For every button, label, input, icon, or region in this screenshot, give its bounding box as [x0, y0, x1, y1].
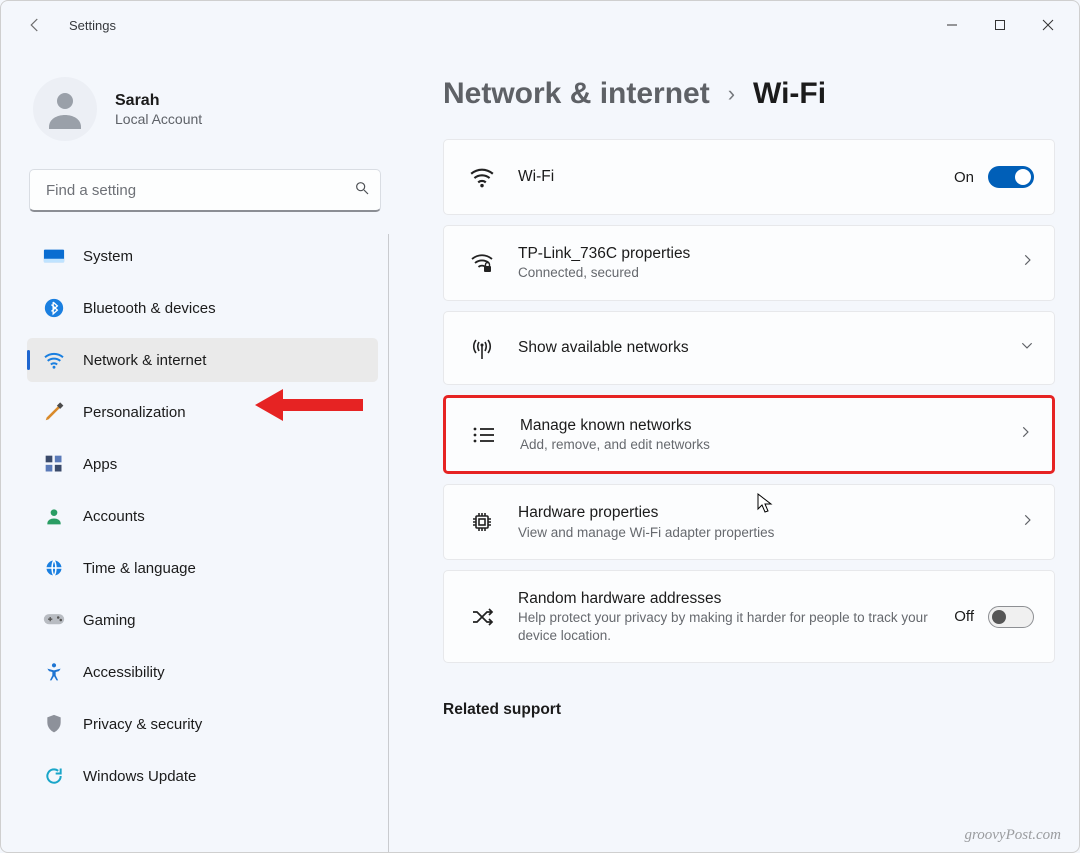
close-button[interactable] — [1025, 9, 1071, 41]
card-subtitle: Add, remove, and edit networks — [520, 436, 996, 454]
person-icon — [41, 85, 89, 133]
card-title: Random hardware addresses — [518, 589, 932, 609]
maximize-button[interactable] — [977, 9, 1023, 41]
random-hw-toggle[interactable] — [988, 606, 1034, 628]
window-controls — [929, 9, 1071, 41]
wifi-state-label: On — [954, 169, 974, 186]
related-support-heading: Related support — [443, 701, 1055, 719]
sidebar-item-system[interactable]: System — [27, 234, 378, 278]
update-icon — [43, 765, 65, 787]
card-title: Hardware properties — [518, 503, 998, 523]
wifi-icon — [43, 349, 65, 371]
wifi-secured-icon — [468, 252, 496, 274]
chevron-right-icon: › — [728, 81, 735, 107]
sidebar-item-personalization[interactable]: Personalization — [27, 390, 378, 434]
wifi-toggle[interactable] — [988, 166, 1034, 188]
accounts-icon — [43, 505, 65, 527]
sidebar-item-label: Gaming — [83, 612, 136, 629]
sidebar-item-accounts[interactable]: Accounts — [27, 494, 378, 538]
sidebar-item-apps[interactable]: Apps — [27, 442, 378, 486]
sidebar-item-label: Accounts — [83, 508, 145, 525]
minimize-button[interactable] — [929, 9, 975, 41]
sidebar-item-privacy[interactable]: Privacy & security — [27, 702, 378, 746]
network-properties-card[interactable]: TP-Link_736C properties Connected, secur… — [443, 225, 1055, 301]
maximize-icon — [994, 19, 1006, 31]
shuffle-icon — [468, 606, 496, 628]
manage-known-networks-card[interactable]: Manage known networks Add, remove, and e… — [443, 395, 1055, 475]
privacy-icon — [43, 713, 65, 735]
chevron-down-icon — [1020, 338, 1034, 357]
account-header[interactable]: Sarah Local Account — [27, 77, 389, 141]
personalization-icon — [43, 401, 65, 423]
chevron-right-icon — [1020, 253, 1034, 272]
sidebar-item-network[interactable]: Network & internet — [27, 338, 378, 382]
sidebar-item-label: Apps — [83, 456, 117, 473]
sidebar-item-label: System — [83, 248, 133, 265]
search-icon — [354, 180, 370, 201]
title-bar: Settings — [1, 1, 1079, 49]
gaming-icon — [43, 609, 65, 631]
app-title: Settings — [69, 18, 116, 33]
sidebar-item-gaming[interactable]: Gaming — [27, 598, 378, 642]
card-title: TP-Link_736C properties — [518, 244, 998, 264]
breadcrumb: Network & internet › Wi-Fi — [443, 77, 1055, 111]
chevron-right-icon — [1020, 513, 1034, 532]
search-box[interactable] — [29, 169, 381, 212]
nav-list: System Bluetooth & devices Network & int… — [27, 234, 389, 852]
random-hw-state-label: Off — [954, 608, 974, 625]
watermark: groovyPost.com — [964, 827, 1061, 844]
accessibility-icon — [43, 661, 65, 683]
breadcrumb-parent[interactable]: Network & internet — [443, 77, 710, 111]
account-type: Local Account — [115, 111, 202, 127]
close-icon — [1042, 19, 1054, 31]
back-arrow-icon — [26, 16, 44, 34]
sidebar-item-time-language[interactable]: Time & language — [27, 546, 378, 590]
sidebar-item-windows-update[interactable]: Windows Update — [27, 754, 378, 798]
sidebar: Sarah Local Account System — [1, 49, 399, 852]
card-title: Wi-Fi — [518, 167, 932, 187]
time-language-icon — [43, 557, 65, 579]
settings-window: Settings Sarah Local Account — [0, 0, 1080, 853]
avatar — [33, 77, 97, 141]
list-icon — [470, 425, 498, 445]
account-name: Sarah — [115, 91, 202, 111]
search-input[interactable] — [44, 181, 354, 200]
sidebar-item-label: Accessibility — [83, 664, 165, 681]
back-button[interactable] — [19, 9, 51, 41]
sidebar-item-label: Network & internet — [83, 352, 206, 369]
sidebar-item-label: Privacy & security — [83, 716, 202, 733]
chevron-right-icon — [1018, 425, 1032, 444]
minimize-icon — [946, 19, 958, 31]
sidebar-item-accessibility[interactable]: Accessibility — [27, 650, 378, 694]
sidebar-item-label: Bluetooth & devices — [83, 300, 216, 317]
chip-icon — [468, 510, 496, 534]
sidebar-item-label: Personalization — [83, 404, 186, 421]
antenna-icon — [468, 336, 496, 360]
sidebar-item-label: Time & language — [83, 560, 196, 577]
sidebar-item-bluetooth[interactable]: Bluetooth & devices — [27, 286, 378, 330]
card-title: Show available networks — [518, 338, 998, 358]
card-subtitle: Connected, secured — [518, 264, 998, 282]
system-icon — [43, 245, 65, 267]
card-subtitle: View and manage Wi-Fi adapter properties — [518, 524, 998, 542]
card-title: Manage known networks — [520, 416, 996, 436]
random-hw-addresses-card[interactable]: Random hardware addresses Help protect y… — [443, 570, 1055, 663]
page-title: Wi-Fi — [753, 77, 826, 111]
card-subtitle: Help protect your privacy by making it h… — [518, 609, 932, 644]
hardware-properties-card[interactable]: Hardware properties View and manage Wi-F… — [443, 484, 1055, 560]
sidebar-item-label: Windows Update — [83, 768, 196, 785]
show-available-networks-card[interactable]: Show available networks — [443, 311, 1055, 385]
wifi-toggle-card[interactable]: Wi-Fi On — [443, 139, 1055, 215]
wifi-icon — [468, 166, 496, 188]
bluetooth-icon — [43, 297, 65, 319]
main-content: Network & internet › Wi-Fi Wi-Fi On — [399, 49, 1079, 852]
apps-icon — [43, 453, 65, 475]
